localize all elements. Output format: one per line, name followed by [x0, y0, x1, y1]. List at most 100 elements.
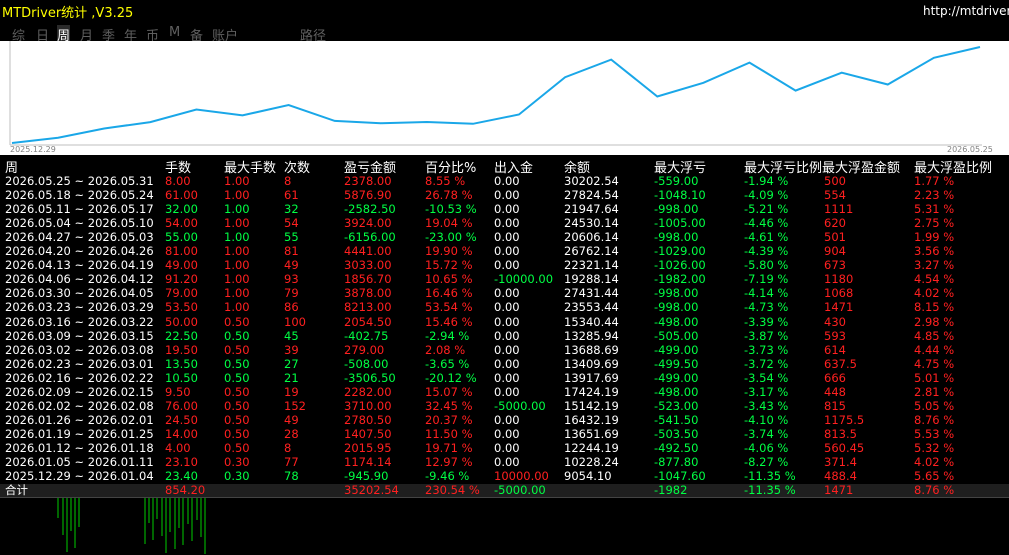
cell-max-float-loss: -998.00 — [654, 230, 699, 245]
equity-curve-panel: 2025.12.29 2026.05.25 — [0, 41, 1009, 155]
cell-week: 2026.03.16 ~ 2026.03.22 — [5, 314, 154, 329]
table-row[interactable]: 2026.04.27 ~ 2026.05.03 55.00 1.00 55 -6156.… — [0, 230, 1009, 244]
cell-lots: 54.00 — [165, 216, 198, 231]
cell-max-float-profit-pct: 1.99 % — [914, 230, 955, 245]
cell-max-float-loss-pct: -5.80 % — [744, 258, 789, 273]
cell-max-float-loss-pct: -7.19 % — [744, 272, 789, 287]
total-percent: 230.54 % — [425, 483, 480, 497]
cell-max-float-profit-pct: 4.02 % — [914, 455, 955, 469]
cell-percent: 15.72 % — [425, 258, 473, 273]
cell-max-float-profit-pct: 5.65 % — [914, 469, 955, 484]
table-row[interactable]: 2026.03.23 ~ 2026.03.29 53.50 1.00 86 8213.0… — [0, 300, 1009, 314]
cell-max-float-loss: -998.00 — [654, 202, 699, 217]
table-row[interactable]: 2026.01.19 ~ 2026.01.25 14.00 0.50 28 1407.5… — [0, 427, 1009, 441]
cell-max-lots: 0.50 — [224, 314, 250, 329]
cell-balance: 20606.14 — [564, 230, 619, 245]
cell-max-float-profit-pct: 4.54 % — [914, 272, 955, 287]
cell-percent: -9.46 % — [425, 469, 470, 484]
table-row[interactable]: 2026.03.02 ~ 2026.03.08 19.50 0.50 39 279.00… — [0, 343, 1009, 357]
table-row[interactable]: 2026.05.18 ~ 2026.05.24 61.00 1.00 61 5876.9… — [0, 188, 1009, 202]
cell-pnl: 279.00 — [344, 342, 385, 357]
table-row[interactable]: 2026.05.25 ~ 2026.05.31 8.00 1.00 8 2378.00 8… — [0, 174, 1009, 188]
table-row[interactable]: 2026.03.16 ~ 2026.03.22 50.00 0.50 100 2054.… — [0, 315, 1009, 329]
cell-max-float-loss: -1048.10 — [654, 188, 706, 203]
total-deposit: -5000.00 — [494, 483, 546, 497]
cell-deposit: 0.00 — [494, 328, 520, 343]
cell-percent: 19.71 % — [425, 440, 473, 455]
cell-lots: 22.50 — [165, 328, 198, 343]
cell-lots: 81.00 — [165, 244, 198, 259]
table-row[interactable]: 2026.05.11 ~ 2026.05.17 32.00 1.00 32 -2582.… — [0, 202, 1009, 216]
cell-deposit: 0.00 — [494, 230, 520, 245]
cell-lots: 24.50 — [165, 412, 198, 427]
cell-max-float-loss: -998.00 — [654, 286, 699, 301]
cell-lots: 13.50 — [165, 356, 198, 371]
cell-max-float-loss-pct: -3.72 % — [744, 356, 789, 371]
cell-max-float-profit-pct: 3.27 % — [914, 258, 955, 273]
cell-balance: 13688.69 — [564, 342, 619, 357]
cell-max-float-profit: 1471 — [824, 300, 854, 315]
table-row[interactable]: 2026.02.23 ~ 2026.03.01 13.50 0.50 27 -508.0… — [0, 357, 1009, 371]
cell-max-float-profit-pct: 2.23 % — [914, 188, 955, 203]
cell-pnl: 3924.00 — [344, 216, 392, 231]
cell-balance: 13409.69 — [564, 356, 619, 371]
cell-pnl: -2582.50 — [344, 202, 396, 217]
cell-balance: 26762.14 — [564, 244, 619, 259]
table-row[interactable]: 2026.03.09 ~ 2026.03.15 22.50 0.50 45 -402.7… — [0, 329, 1009, 343]
table-row[interactable]: 2026.04.06 ~ 2026.04.12 91.20 1.00 93 1856.7… — [0, 272, 1009, 286]
cell-balance: 27431.44 — [564, 286, 619, 301]
table-row[interactable]: 2026.03.30 ~ 2026.04.05 79.00 1.00 79 3878.0… — [0, 286, 1009, 300]
cell-max-float-loss-pct: -4.06 % — [744, 440, 789, 455]
cell-max-float-loss: -503.50 — [654, 426, 699, 441]
cell-week: 2026.01.05 ~ 2026.01.11 — [5, 455, 154, 469]
table-row[interactable]: 2026.01.12 ~ 2026.01.18 4.00 0.50 8 2015.95 1… — [0, 441, 1009, 455]
table-row[interactable]: 2026.01.26 ~ 2026.02.01 24.50 0.50 49 2780.5… — [0, 413, 1009, 427]
table-row[interactable]: 2025.12.29 ~ 2026.01.04 23.40 0.30 78 -945.9… — [0, 469, 1009, 483]
cell-week: 2026.05.25 ~ 2026.05.31 — [5, 174, 154, 188]
cell-max-float-loss-pct: -3.43 % — [744, 398, 789, 413]
cell-count: 61 — [284, 188, 299, 203]
cell-week: 2026.05.04 ~ 2026.05.10 — [5, 216, 154, 231]
cell-count: 49 — [284, 258, 299, 273]
cell-max-float-loss: -1029.00 — [654, 244, 706, 259]
cell-week: 2026.05.18 ~ 2026.05.24 — [5, 188, 154, 203]
cell-count: 39 — [284, 342, 299, 357]
table-row[interactable]: 2026.02.09 ~ 2026.02.15 9.50 0.50 19 2282.00… — [0, 385, 1009, 399]
cell-max-float-loss-pct: -4.39 % — [744, 244, 789, 259]
cell-max-float-profit-pct: 8.15 % — [914, 300, 955, 315]
cell-percent: 32.45 % — [425, 398, 473, 413]
table-row[interactable]: 2026.04.20 ~ 2026.04.26 81.00 1.00 81 4441.0… — [0, 244, 1009, 258]
cell-lots: 23.10 — [165, 455, 198, 469]
cell-max-float-loss-pct: -8.27 % — [744, 455, 789, 469]
cell-week: 2026.01.12 ~ 2026.01.18 — [5, 440, 154, 455]
cell-deposit: 0.00 — [494, 314, 520, 329]
cell-lots: 55.00 — [165, 230, 198, 245]
table-row[interactable]: 2026.04.13 ~ 2026.04.19 49.00 1.00 49 3033.0… — [0, 258, 1009, 272]
table-row[interactable]: 2026.02.02 ~ 2026.02.08 76.00 0.50 152 3710.… — [0, 399, 1009, 413]
table-row[interactable]: 2026.05.04 ~ 2026.05.10 54.00 1.00 54 3924.0… — [0, 216, 1009, 230]
cell-count: 8 — [284, 440, 292, 455]
app-url-link[interactable]: http://mtdriver. — [923, 4, 1009, 18]
cell-week: 2026.03.23 ~ 2026.03.29 — [5, 300, 154, 315]
table-row[interactable]: 2026.01.05 ~ 2026.01.11 23.10 0.30 77 1174.1… — [0, 455, 1009, 469]
cell-percent: -10.53 % — [425, 202, 477, 217]
cell-lots: 10.50 — [165, 370, 198, 385]
cell-balance: 21947.64 — [564, 202, 619, 217]
cell-percent: 20.37 % — [425, 412, 473, 427]
cell-max-float-loss-pct: -3.73 % — [744, 342, 789, 357]
cell-max-float-loss-pct: -4.46 % — [744, 216, 789, 231]
cell-max-float-profit-pct: 5.31 % — [914, 202, 955, 217]
cell-max-float-profit: 448 — [824, 384, 846, 399]
cell-percent: 19.90 % — [425, 244, 473, 259]
cell-week: 2026.01.19 ~ 2026.01.25 — [5, 426, 154, 441]
table-row[interactable]: 2026.02.16 ~ 2026.02.22 10.50 0.50 21 -3506.… — [0, 371, 1009, 385]
cell-week: 2026.02.02 ~ 2026.02.08 — [5, 398, 154, 413]
cell-pnl: 2378.00 — [344, 174, 392, 188]
cell-percent: 11.50 % — [425, 426, 473, 441]
trade-bars-chart — [57, 498, 206, 554]
cell-max-lots: 0.50 — [224, 328, 250, 343]
cell-count: 27 — [284, 356, 299, 371]
tab-m[interactable]: M — [169, 25, 180, 40]
cell-deposit: 0.00 — [494, 258, 520, 273]
cell-pnl: -945.90 — [344, 469, 389, 484]
